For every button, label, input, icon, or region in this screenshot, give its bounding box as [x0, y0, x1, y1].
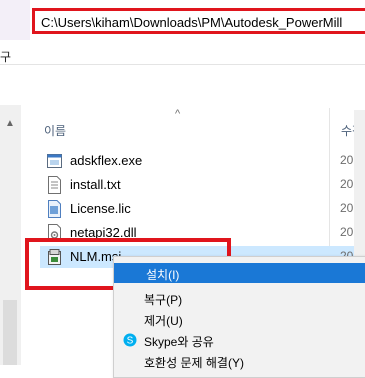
file-name[interactable]: License.lic: [70, 201, 131, 216]
menu-item-install[interactable]: 설치(I): [114, 263, 365, 283]
menu-item-label: Skype와 공유: [144, 335, 214, 349]
menu-item-repair[interactable]: 복구(P): [114, 288, 365, 308]
sort-ascending-icon: ^: [175, 108, 181, 120]
exe-icon: [47, 154, 62, 168]
svg-text:S: S: [127, 336, 134, 347]
menu-item-label: 제거(U): [144, 314, 183, 328]
file-row-install[interactable]: install.txt 2022: [40, 174, 365, 196]
menu-item-label: 설치(I): [146, 268, 180, 282]
license-file-icon: [48, 200, 61, 218]
column-name-header[interactable]: 이름: [44, 122, 66, 139]
menu-item-label: 호환성 문제 해결(Y): [144, 356, 244, 370]
address-bar[interactable]: C:\Users\kiham\Downloads\PM\Autodesk_Pow…: [32, 8, 365, 34]
toolbar-tools-label[interactable]: 구: [0, 48, 11, 65]
address-path[interactable]: C:\Users\kiham\Downloads\PM\Autodesk_Pow…: [41, 15, 342, 30]
title-area: C:\Users\kiham\Downloads\PM\Autodesk_Pow…: [0, 0, 365, 50]
menu-item-label: 복구(P): [144, 293, 183, 307]
context-menu: 설치(I) 복구(P) 제거(U) S Skype와 공유 호환성 문제 해결(…: [113, 256, 365, 378]
text-file-icon: [48, 176, 61, 194]
menu-item-skype-share[interactable]: S Skype와 공유: [114, 330, 365, 350]
ribbon-strip: [0, 0, 30, 40]
file-name[interactable]: install.txt: [70, 177, 121, 192]
skype-icon: S: [123, 333, 137, 347]
file-name[interactable]: adskflex.exe: [70, 153, 142, 168]
menu-item-remove[interactable]: 제거(U): [114, 309, 365, 329]
column-header: ^ 이름 수정: [30, 108, 365, 308]
nav-scroll-up-icon[interactable]: ▲: [5, 118, 15, 129]
menu-item-compatibility[interactable]: 호환성 문제 해결(Y): [114, 351, 365, 371]
divider: [0, 64, 365, 65]
file-row-adskflex[interactable]: adskflex.exe 2022: [40, 150, 365, 172]
nav-scrollbar-thumb[interactable]: [3, 300, 17, 365]
file-row-license[interactable]: License.lic 2022: [40, 198, 365, 220]
